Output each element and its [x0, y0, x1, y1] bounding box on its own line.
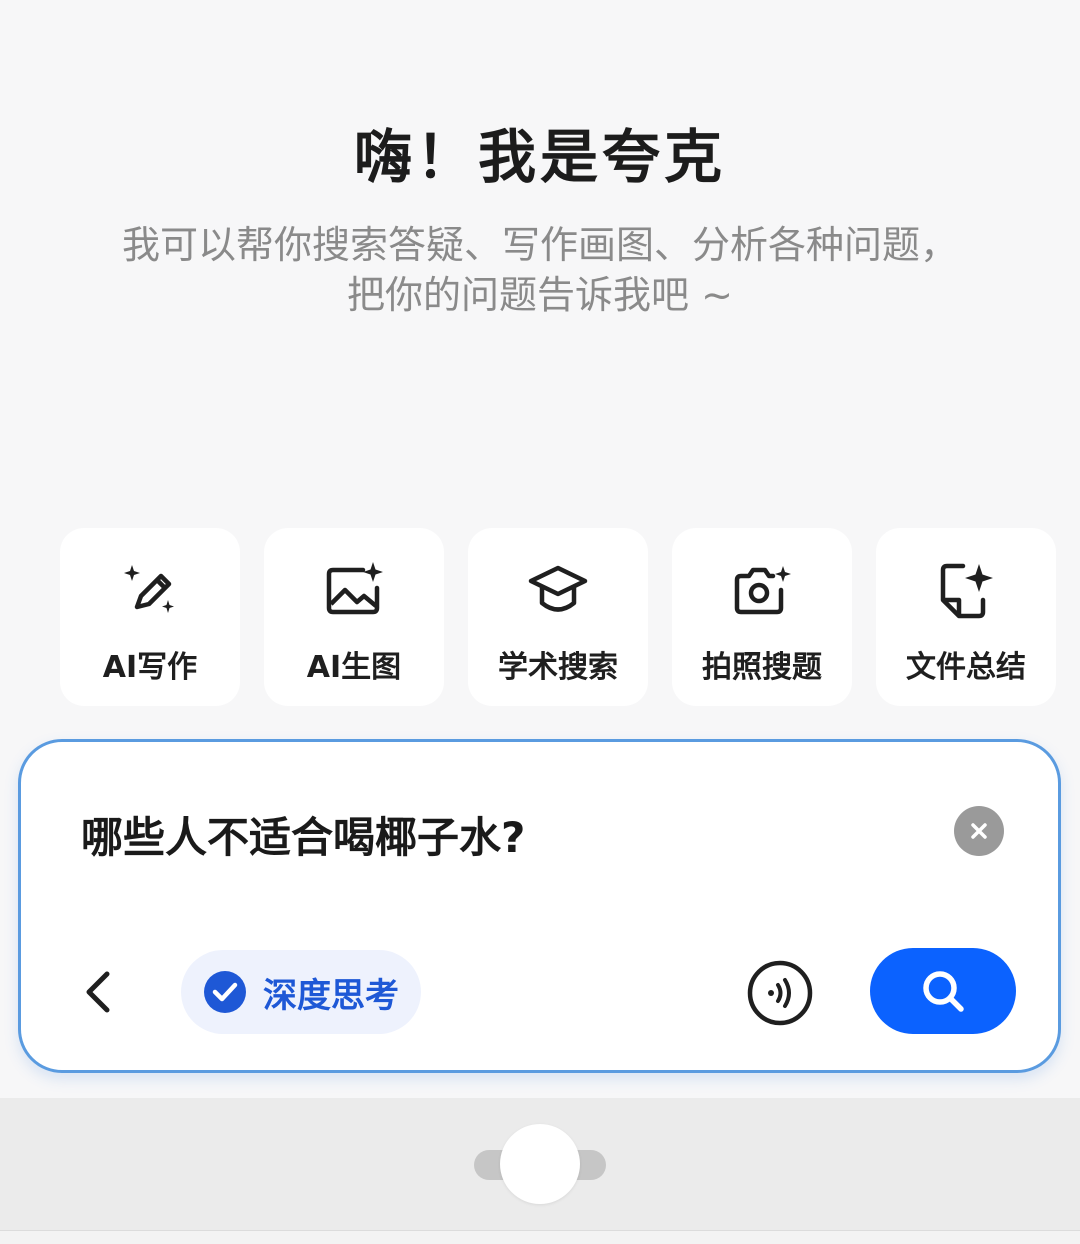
shortcut-file-summary[interactable]: 文件总结: [876, 528, 1056, 706]
shortcut-label: AI写作: [102, 650, 198, 685]
check-circle-icon: [204, 971, 246, 1013]
search-button[interactable]: [870, 948, 1016, 1034]
search-icon: [923, 971, 964, 1012]
camera-icon: [734, 566, 791, 615]
bottom-bar: [0, 1098, 1080, 1230]
ai-image-icon: [326, 562, 383, 615]
voice-icon: [747, 960, 813, 1026]
hero-section: 嗨！我是夸克 我可以帮你搜索答疑、写作画图、分析各种问题， 把你的问题告诉我吧 …: [0, 0, 1080, 520]
home-handle[interactable]: [500, 1124, 580, 1204]
greeting-title: 嗨！我是夸克: [353, 123, 726, 191]
deep-think-toggle[interactable]: 深度思考: [181, 950, 421, 1034]
back-button[interactable]: [77, 964, 117, 1020]
shortcut-label: 文件总结: [906, 650, 1026, 685]
subtitle-line-2: 把你的问题告诉我吧 ~: [347, 273, 733, 317]
shortcut-ai-write[interactable]: AI写作: [60, 528, 240, 706]
query-input-card: 哪些人不适合喝椰子水? 深度思考: [18, 739, 1061, 1073]
subtitle-line-1: 我可以帮你搜索答疑、写作画图、分析各种问题，: [121, 223, 958, 267]
shortcut-ai-image[interactable]: AI生图: [264, 528, 444, 706]
graduation-cap-icon: [528, 565, 588, 612]
shortcut-label: AI生图: [306, 650, 402, 685]
shortcut-label: 学术搜索: [498, 650, 618, 685]
shortcut-photo-search[interactable]: 拍照搜题: [672, 528, 852, 706]
greeting-subtitle: 我可以帮你搜索答疑、写作画图、分析各种问题， 把你的问题告诉我吧 ~: [60, 220, 1020, 320]
deep-think-label: 深度思考: [263, 975, 399, 1016]
shortcut-academic-search[interactable]: 学术搜索: [468, 528, 648, 706]
query-text[interactable]: 哪些人不适合喝椰子水?: [81, 804, 525, 865]
shortcut-label: 拍照搜题: [702, 650, 822, 685]
voice-input-button[interactable]: [747, 960, 813, 1026]
shortcut-bar: AI写作 AI生图 学术搜索 拍照搜题 文件总结: [60, 528, 1056, 706]
bottom-strip: [0, 1230, 1080, 1244]
chevron-left-icon: [86, 971, 110, 1013]
ai-write-icon: [124, 565, 174, 613]
close-icon: [971, 823, 987, 839]
clear-button[interactable]: [954, 806, 1004, 856]
document-sparkle-icon: [940, 563, 993, 619]
